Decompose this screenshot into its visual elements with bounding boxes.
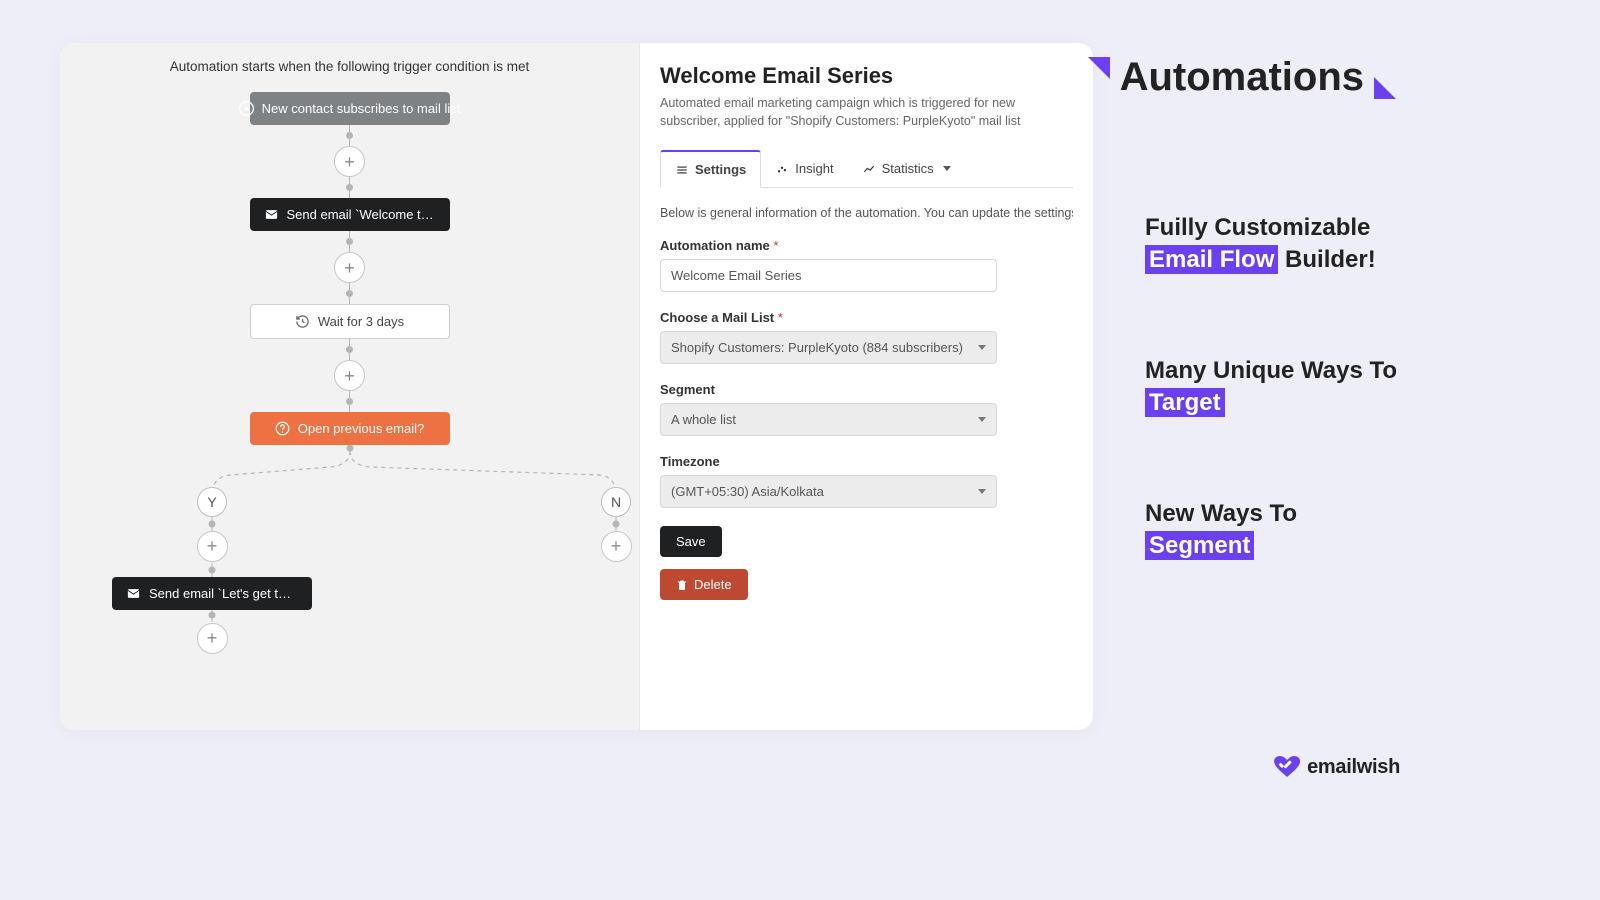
feature-list: Fuilly Customizable Email Flow Builder! … xyxy=(1145,212,1485,640)
scatter-icon xyxy=(775,162,789,176)
automation-name-input[interactable] xyxy=(660,259,997,292)
label-timezone: Timezone xyxy=(660,454,1073,469)
automation-description: Automated email marketing campaign which… xyxy=(660,95,1073,130)
save-button[interactable]: Save xyxy=(660,526,722,557)
tab-settings[interactable]: Settings xyxy=(660,150,761,188)
triangle-icon xyxy=(1374,77,1396,99)
add-step-button[interactable]: + xyxy=(197,531,228,562)
delete-button[interactable]: Delete xyxy=(660,569,748,600)
add-step-button[interactable]: + xyxy=(197,623,228,654)
label-mail-list: Choose a Mail List * xyxy=(660,310,1073,325)
tab-insight[interactable]: Insight xyxy=(761,150,847,187)
feature-item: Fuilly Customizable Email Flow Builder! xyxy=(1145,212,1485,277)
wait-node[interactable]: Wait for 3 days xyxy=(250,304,450,339)
mail-list-select[interactable]: Shopify Customers: PurpleKyoto (884 subs… xyxy=(660,331,997,364)
flow-builder-panel: Automation starts when the following tri… xyxy=(60,43,640,730)
send-email-node[interactable]: Send email `Welcome to club, {S... xyxy=(250,198,450,231)
headline: Automations xyxy=(1088,55,1396,100)
history-icon xyxy=(295,314,310,329)
branch-container: Y + Send email `Let's get the ship sail.… xyxy=(60,445,639,685)
envelope-icon xyxy=(264,207,279,222)
branch-no[interactable]: N xyxy=(601,487,631,517)
branch-yes[interactable]: Y xyxy=(197,487,227,517)
play-circle-icon xyxy=(239,101,254,116)
headline-text: Automations xyxy=(1120,55,1364,100)
triangle-icon xyxy=(1088,57,1110,79)
add-step-button[interactable]: + xyxy=(334,360,365,391)
tabs: Settings Insight Statistics xyxy=(660,150,1073,188)
label-segment: Segment xyxy=(660,382,1073,397)
chart-icon xyxy=(862,162,876,176)
trash-icon xyxy=(676,578,688,592)
flow-column: New contact subscribes to mail list + Se… xyxy=(60,92,639,685)
trigger-node[interactable]: New contact subscribes to mail list xyxy=(250,92,450,125)
settings-info: Below is general information of the auto… xyxy=(660,206,1073,220)
app-window: Automation starts when the following tri… xyxy=(60,43,1093,730)
send-email-node[interactable]: Send email `Let's get the ship sail... xyxy=(112,577,312,610)
logo-mark-icon xyxy=(1273,754,1301,780)
feature-item: Many Unique Ways To Target xyxy=(1145,355,1485,420)
condition-node[interactable]: Open previous email? xyxy=(250,412,450,445)
timezone-select[interactable]: (GMT+05:30) Asia/Kolkata xyxy=(660,475,997,508)
flow-header: Automation starts when the following tri… xyxy=(60,55,639,92)
automation-title: Welcome Email Series xyxy=(660,63,1073,89)
chevron-down-icon xyxy=(978,345,986,350)
question-circle-icon xyxy=(275,421,290,436)
settings-panel: Welcome Email Series Automated email mar… xyxy=(640,43,1093,730)
brand-logo: emailwish xyxy=(1273,754,1400,780)
segment-select[interactable]: A whole list xyxy=(660,403,997,436)
envelope-icon xyxy=(126,586,141,601)
chevron-down-icon xyxy=(978,417,986,422)
add-step-button[interactable]: + xyxy=(334,252,365,283)
chevron-down-icon xyxy=(978,489,986,494)
add-step-button[interactable]: + xyxy=(601,531,632,562)
chevron-down-icon xyxy=(943,166,951,171)
menu-icon xyxy=(675,163,689,177)
tab-statistics[interactable]: Statistics xyxy=(848,150,965,187)
feature-item: New Ways To Segment xyxy=(1145,498,1485,563)
label-automation-name: Automation name * xyxy=(660,238,1073,253)
branch-lines xyxy=(60,445,640,665)
add-step-button[interactable]: + xyxy=(334,146,365,177)
